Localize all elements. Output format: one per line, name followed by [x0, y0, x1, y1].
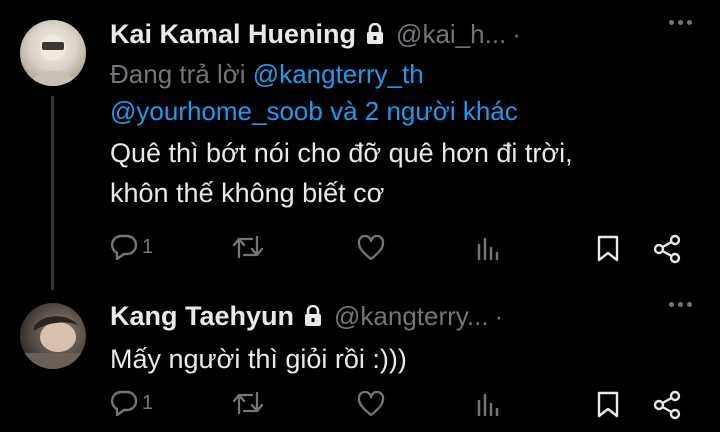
views-button[interactable]: [476, 235, 502, 261]
like-button[interactable]: [357, 391, 385, 417]
tweet-header: Kang Taehyun @kangterry... ·: [110, 296, 700, 336]
tweet-text-line: Quê thì bớt nói cho đỡ quê hơn đi trời,: [110, 138, 573, 168]
tweet-text-line: Mấy người thì giỏi rồi :))): [110, 344, 407, 374]
bookmark-button[interactable]: [596, 390, 620, 418]
retweet-icon: [232, 235, 264, 259]
handle[interactable]: @kangterry...: [334, 301, 489, 332]
tweet-1[interactable]: Kai Kamal Huening @kai_h... · Đang trả l…: [110, 14, 700, 213]
others-link[interactable]: và 2 người khác: [330, 96, 518, 126]
reply-button[interactable]: 1: [110, 234, 153, 260]
tweet-text: Mấy người thì giỏi rồi :))): [110, 339, 700, 379]
reply-button[interactable]: 1: [110, 390, 153, 416]
more-icon[interactable]: [669, 302, 692, 307]
tweet-actions: 1: [110, 232, 700, 264]
reply-icon: [110, 390, 138, 416]
tweet-header: Kai Kamal Huening @kai_h... ·: [110, 14, 700, 54]
share-icon: [652, 234, 682, 264]
bookmark-icon: [596, 234, 620, 262]
retweet-button[interactable]: [232, 391, 264, 415]
heart-icon: [357, 235, 385, 261]
bookmark-button[interactable]: [596, 234, 620, 262]
display-name[interactable]: Kang Taehyun: [110, 301, 294, 332]
lock-icon: [366, 23, 384, 45]
handle[interactable]: @kai_h...: [396, 19, 506, 50]
tweet-text-line: khôn thế không biết cơ: [110, 178, 385, 208]
tweet-text: Quê thì bớt nói cho đỡ quê hơn đi trời, …: [110, 133, 700, 213]
views-icon: [476, 391, 502, 417]
tweet-2[interactable]: Kang Taehyun @kangterry... · Mấy người t…: [110, 296, 700, 379]
reply-count: 1: [142, 235, 154, 258]
retweet-icon: [232, 391, 264, 415]
bookmark-icon: [596, 390, 620, 418]
replying-prefix: Đang trả lời: [110, 59, 246, 89]
like-button[interactable]: [357, 235, 385, 261]
display-name[interactable]: Kai Kamal Huening: [110, 19, 356, 50]
separator-dot: ·: [512, 18, 521, 49]
reply-count: 1: [142, 391, 154, 414]
separator-dot: ·: [494, 300, 504, 331]
reply-icon: [110, 234, 138, 260]
retweet-button[interactable]: [232, 235, 264, 259]
more-icon[interactable]: [669, 20, 692, 25]
heart-icon: [357, 391, 385, 417]
replying-to: Đang trả lời @kangterry_th @yourhome_soo…: [110, 56, 700, 130]
avatar[interactable]: [20, 303, 86, 369]
mention-link[interactable]: @yourhome_soob: [110, 96, 323, 126]
share-icon: [652, 390, 682, 420]
share-button[interactable]: [652, 234, 682, 264]
views-button[interactable]: [476, 391, 502, 417]
lock-icon: [304, 305, 322, 327]
thread-line: [51, 96, 54, 290]
avatar[interactable]: [20, 20, 86, 86]
tweet-actions: 1: [110, 390, 700, 422]
views-icon: [476, 235, 502, 261]
share-button[interactable]: [652, 390, 682, 420]
mention-link[interactable]: @kangterry_th: [253, 59, 424, 89]
